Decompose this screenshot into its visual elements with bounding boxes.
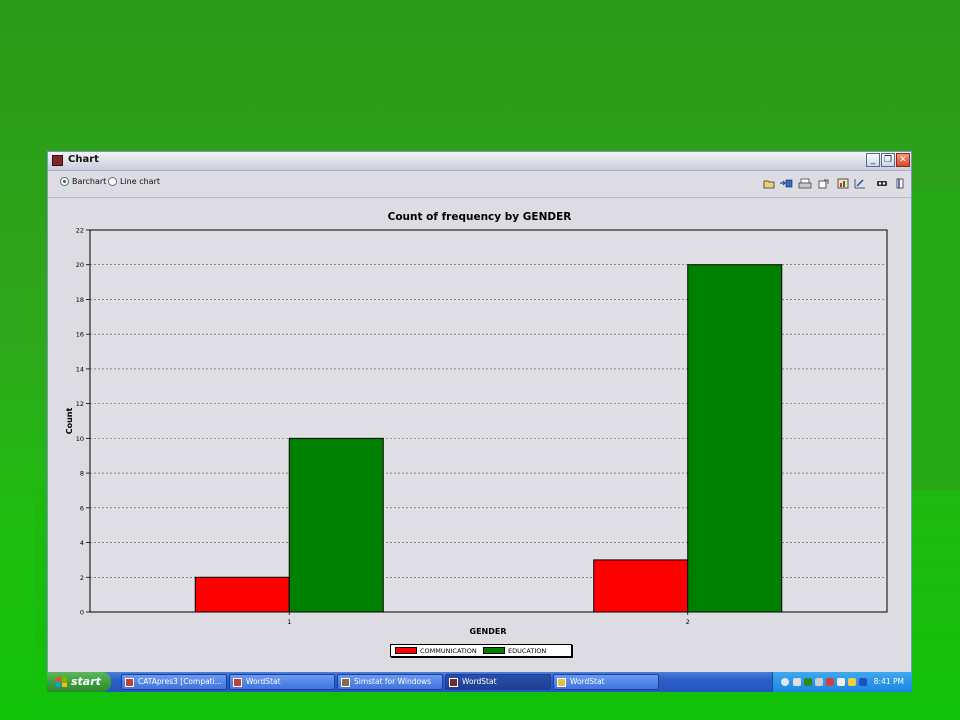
clock: 8:41 PM xyxy=(873,677,904,686)
x-tick-label: 2 xyxy=(686,618,690,626)
volume-icon[interactable] xyxy=(837,678,845,686)
system-tray: 8:41 PM xyxy=(772,672,912,692)
task-label: Simstat for Windows xyxy=(354,677,432,686)
legend-label-communication: COMMUNICATION xyxy=(420,647,477,655)
y-tick-label: 14 xyxy=(76,365,84,373)
signal-icon[interactable] xyxy=(804,678,812,686)
bar-chart: 0246810121416182022 12 Count GENDER xyxy=(65,227,888,636)
y-tick-label: 18 xyxy=(76,296,84,304)
wordstat-icon xyxy=(233,678,242,687)
y-tick-label: 0 xyxy=(80,609,84,617)
y-tick-label: 4 xyxy=(80,539,84,547)
x-tick-label: 1 xyxy=(287,618,291,626)
tray-expand-icon[interactable] xyxy=(781,678,789,686)
task-wordstat-active[interactable]: WordStat xyxy=(445,674,551,690)
monitor-icon[interactable] xyxy=(815,678,823,686)
bar-communication-1 xyxy=(194,576,290,613)
bar-education-2 xyxy=(687,264,783,613)
x-axis-ticks: 12 xyxy=(287,612,690,626)
start-button[interactable]: start xyxy=(47,672,111,692)
y-axis-label: Count xyxy=(65,408,74,435)
y-tick-label: 6 xyxy=(80,504,84,512)
y-tick-label: 22 xyxy=(76,227,84,235)
security-icon[interactable] xyxy=(826,678,834,686)
task-label: WordStat xyxy=(570,677,605,686)
windows-flag-icon xyxy=(56,677,67,687)
y-tick-label: 8 xyxy=(80,470,84,478)
simstat-icon xyxy=(341,678,350,687)
y-tick-label: 10 xyxy=(76,435,84,443)
y-tick-label: 2 xyxy=(80,574,84,582)
network-icon[interactable] xyxy=(793,678,801,686)
legend-label-education: EDUCATION xyxy=(508,647,547,655)
task-simstat[interactable]: Simstat for Windows xyxy=(337,674,443,690)
update-icon[interactable] xyxy=(848,678,856,686)
bar-education-1 xyxy=(288,437,384,613)
powerpoint-icon xyxy=(125,678,134,687)
x-axis-label: GENDER xyxy=(470,627,507,636)
task-label: CATApres3 [Compati... xyxy=(138,677,222,686)
task-catapres3[interactable]: CATApres3 [Compati... xyxy=(121,674,227,690)
task-label: WordStat xyxy=(246,677,281,686)
task-label: WordStat xyxy=(462,677,497,686)
chart-legend: COMMUNICATION EDUCATION xyxy=(390,644,572,657)
start-label: start xyxy=(71,675,101,688)
chart-app-icon xyxy=(449,678,458,687)
chart-window: Chart _ ❐ ✕ Barchart Line chart Count of… xyxy=(47,151,912,692)
taskbar: start CATApres3 [Compati... WordStat Sim… xyxy=(47,672,912,692)
legend-swatch-education xyxy=(483,647,505,654)
pen-icon[interactable] xyxy=(859,678,867,686)
bar-communication-2 xyxy=(593,559,689,613)
y-axis-ticks: 0 2 4 6 8 10 12 14 16 18 20 22 xyxy=(76,227,90,617)
y-tick-label: 16 xyxy=(76,331,84,339)
wordstat-help-icon xyxy=(557,678,566,687)
legend-swatch-communication xyxy=(395,647,417,654)
task-wordstat-2[interactable]: WordStat xyxy=(553,674,659,690)
y-tick-label: 20 xyxy=(76,261,84,269)
y-tick-label: 12 xyxy=(76,400,84,408)
task-wordstat-1[interactable]: WordStat xyxy=(229,674,335,690)
